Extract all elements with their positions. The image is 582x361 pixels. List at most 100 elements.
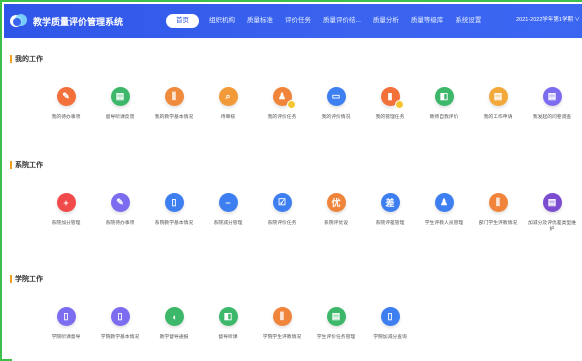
nav-item-5[interactable]: 质量评价结... [317,14,367,28]
shortcut-label: 系院评价任务 [267,221,297,226]
shortcut-tile[interactable]: ☑ 系院评价任务 [255,193,309,233]
nav-item-6[interactable]: 质量分析 [367,14,405,28]
shortcut-icon: 优 [326,193,346,212]
shortcut-tile[interactable]: ▮ 我的管理任务 [363,87,417,121]
shortcut-icon: ☑ [272,193,292,212]
shortcut-label: 我的待办事项 [51,115,81,120]
shortcut-label: 学院听课督导 [51,335,81,340]
shortcut-tile[interactable]: ⫼ 部门学生评教情况 [471,193,525,233]
shortcut-glyph: ▯ [387,311,393,321]
shortcut-label: 待审核 [220,115,236,120]
shortcut-glyph: ▯ [117,311,123,321]
shortcut-glyph: ▤ [547,91,557,101]
shortcut-tile[interactable]: ◧ 教师自我评价 [417,87,471,121]
shortcut-glyph: ♟ [439,197,449,207]
shortcut-glyph: 差 [385,198,395,208]
shortcut-glyph: − [225,197,231,208]
shortcut-label: 我的管理任务 [375,115,405,120]
shortcut-tile[interactable]: ✎ 系院待办事项 [93,193,147,233]
shortcut-tile[interactable]: + 系院加分管理 [39,193,93,233]
shortcut-glyph: ▤ [331,311,341,321]
shortcut-icon: ▯ [110,307,130,326]
shortcut-glyph: ◖ [171,311,177,322]
shortcut-glyph: ☑ [277,197,287,207]
shortcut-icon: ▭ [326,87,346,106]
shortcut-glyph: ▤ [547,197,557,207]
shortcut-tile[interactable]: ◖ 教学督导通报 [147,307,201,341]
shortcut-icon: ▯ [380,307,400,326]
shortcut-tile[interactable]: ◧ 督导听课 [201,307,255,341]
shortcut-label: 督导听课 [218,335,238,340]
shortcut-glyph: ⌕ [225,91,231,101]
shortcut-tile[interactable]: ⌕ 待审核 [201,87,255,121]
badge-icon [394,100,404,109]
shortcut-label: 系院待办事项 [105,221,135,226]
shortcut-tile[interactable]: ▯ 学院加减分查询 [363,307,417,341]
shortcut-tile[interactable]: 差系院评差管理 [363,193,417,233]
shortcut-glyph: ▯ [63,311,69,321]
shortcut-tile[interactable]: 优系院评优设 [309,193,363,233]
shortcut-glyph: ▤ [493,91,503,101]
shortcut-tile[interactable]: ▯ 学院听课督导 [39,307,93,341]
shortcut-tile[interactable]: ▤ 我发起的问卷调查 [525,87,579,121]
shortcut-icon: ▮ [380,87,404,109]
shortcut-icon: ♟ [434,193,454,212]
shortcut-label: 学生评教人员管理 [424,221,464,226]
shortcut-tile[interactable]: ▤ 学生评价任务管理 [309,307,363,341]
main-nav: 首页 组织机构 质量标准 评价任务 质量评价结... 质量分析 质量等级库 系统设置 [166,14,487,28]
shortcut-label: 学院学生评教情况 [262,335,302,340]
shortcut-tile[interactable]: ♟ 学生评教人员管理 [417,193,471,233]
section-title-3: 学院工作 [10,274,43,284]
shortcut-label: 督导听课反馈 [105,115,135,120]
shortcut-glyph: ◧ [439,91,449,101]
shortcut-tile[interactable]: ♟ 我的评价任务 [255,87,309,121]
shortcut-label: 部门学生评教情况 [478,221,518,226]
nav-item-8[interactable]: 系统设置 [449,14,487,28]
shortcut-glyph: + [63,197,69,208]
shortcut-tile[interactable]: ▤ 我的工作申请 [471,87,525,121]
shortcut-glyph: ▯ [171,197,177,207]
shortcut-icon: ◧ [218,307,238,326]
shortcut-tile[interactable]: ▯ 学院教学基本情况 [93,307,147,341]
shortcut-icon: ▤ [110,87,130,106]
shortcut-icon: + [56,193,76,212]
nav-item-7[interactable]: 质量等级库 [405,14,450,28]
shortcut-tile[interactable]: ▯ 系院教学基本情况 [147,193,201,233]
shortcut-label: 加减分及评优差类型维护 [528,221,576,232]
shortcut-label: 我的评价情况 [321,115,351,120]
shortcut-icon: 差 [380,193,400,212]
nav-item-2[interactable]: 组织机构 [203,14,241,28]
nav-item-1[interactable]: 首页 [166,14,199,28]
shortcut-glyph: 优 [331,198,341,208]
term-selector[interactable]: 2021-2022学年第1学期 ∨ [516,15,580,23]
shortcut-icon: − [218,193,238,212]
shortcut-tile[interactable]: − 系院减分管理 [201,193,255,233]
shortcut-label: 系院评差管理 [375,221,405,226]
shortcut-icon: ▤ [326,307,346,326]
shortcut-label: 学院教学基本情况 [100,335,140,340]
shortcut-glyph: ✎ [116,197,124,207]
shortcut-icon: ♟ [272,87,296,109]
app-logo[interactable]: 教学质量评价管理系统 [10,14,160,28]
shortcut-label: 系院教学基本情况 [154,221,194,226]
shortcut-tile[interactable]: ✎ 我的待办事项 [39,87,93,121]
app-title: 教学质量评价管理系统 [33,16,124,27]
nav-item-3[interactable]: 质量标准 [241,14,279,28]
shortcut-label: 系院减分管理 [213,221,243,226]
shortcut-tile[interactable]: ▭ 我的评价情况 [309,87,363,121]
shortcut-tile[interactable]: ⫼ 我的教学基本情况 [147,87,201,121]
section-3-tiles: ▯ 学院听课督导 ▯ 学院教学基本情况 ◖ 教学督导通报 ◧ 督导听课 ⫼ 学院学生评教情况 ▤ 学生… [39,307,417,341]
shortcut-glyph: ⫼ [171,91,177,101]
shortcut-icon: ✎ [56,87,76,106]
shortcut-tile[interactable]: ▤ 加减分及评优差类型维护 [525,193,579,233]
shortcut-icon: ⫼ [164,87,184,106]
shortcut-icon: ◖ [164,307,184,326]
shortcut-label: 我的工作申请 [483,115,513,120]
section-title-2: 系院工作 [10,160,43,170]
shortcut-label: 教学督导通报 [159,335,189,340]
shortcut-tile[interactable]: ⫼ 学院学生评教情况 [255,307,309,341]
nav-item-4[interactable]: 评价任务 [279,14,317,28]
shortcut-tile[interactable]: ▤ 督导听课反馈 [93,87,147,121]
shortcut-label: 我的评价任务 [267,115,297,120]
shortcut-glyph: ▮ [387,91,393,101]
